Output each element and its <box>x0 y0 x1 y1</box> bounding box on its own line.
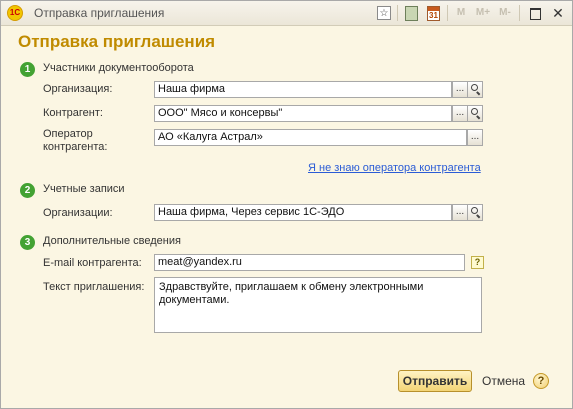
operator-label-line2: контрагента: <box>43 141 108 153</box>
invitation-textarea[interactable]: Здравствуйте, приглашаем к обмену электр… <box>154 277 482 333</box>
title-bar: 1С Отправка приглашения ☆ 31 M M+ M- ✕ <box>1 1 572 26</box>
memory-plus-button[interactable]: M+ <box>475 5 491 21</box>
close-icon[interactable]: ✕ <box>551 5 565 21</box>
counterparty-field[interactable]: ООО" Мясо и консервы" <box>154 105 452 122</box>
favorites-star-icon[interactable]: ☆ <box>377 6 391 20</box>
email-field[interactable]: meat@yandex.ru <box>154 254 465 271</box>
unknown-operator-link[interactable]: Я не знаю оператора контрагента <box>308 162 481 174</box>
organizations-choose-button[interactable]: ... <box>452 204 468 221</box>
memory-minus-button[interactable]: M- <box>497 5 513 21</box>
cancel-button[interactable]: Отмена <box>482 374 525 388</box>
operator-label-line1: Оператор <box>43 128 93 140</box>
section-title-additional: Дополнительные сведения <box>43 235 181 247</box>
toolbar-divider <box>519 5 520 21</box>
app-logo-icon[interactable]: 1С <box>7 5 23 21</box>
operator-label: Оператор контрагента: <box>43 128 148 154</box>
step-badge-1: 1 <box>20 62 35 77</box>
maximize-glyph <box>529 8 541 20</box>
operator-choose-button[interactable]: ... <box>467 129 483 146</box>
maximize-icon[interactable] <box>529 5 541 21</box>
organization-choose-button[interactable]: ... <box>452 81 468 98</box>
window-title: Отправка приглашения <box>34 6 165 20</box>
send-button[interactable]: Отправить <box>398 370 472 392</box>
counterparty-search-button[interactable] <box>467 105 483 122</box>
calendar-icon[interactable]: 31 <box>427 6 440 21</box>
organizations-label: Организации: <box>43 207 113 219</box>
toolbar-divider <box>397 5 398 21</box>
page-title: Отправка приглашения <box>18 32 216 51</box>
email-help-icon[interactable]: ? <box>471 256 484 269</box>
email-label: E-mail контрагента: <box>43 257 142 269</box>
memory-button[interactable]: M <box>455 5 467 21</box>
step-badge-2: 2 <box>20 183 35 198</box>
search-icon-handle <box>476 91 481 96</box>
invitation-label: Текст приглашения: <box>43 281 145 293</box>
organizations-search-button[interactable] <box>467 204 483 221</box>
organizations-field[interactable]: Наша фирма, Через сервис 1С-ЭДО <box>154 204 452 221</box>
section-title-participants: Участники документооборота <box>43 62 194 74</box>
toolbar-divider <box>447 5 448 21</box>
counterparty-label: Контрагент: <box>43 107 103 119</box>
calendar-day: 31 <box>429 11 438 20</box>
search-icon-handle <box>476 214 481 219</box>
counterparty-choose-button[interactable]: ... <box>452 105 468 122</box>
dialog-window: 1С Отправка приглашения ☆ 31 M M+ M- ✕ О… <box>0 0 573 409</box>
organization-field[interactable]: Наша фирма <box>154 81 452 98</box>
step-badge-3: 3 <box>20 235 35 250</box>
operator-field[interactable]: АО «Калуга Астрал» <box>154 129 467 146</box>
section-title-accounts: Учетные записи <box>43 183 125 195</box>
search-icon-handle <box>476 115 481 120</box>
calculator-icon[interactable] <box>405 6 418 21</box>
organization-label: Организация: <box>43 83 113 95</box>
organization-search-button[interactable] <box>467 81 483 98</box>
help-icon[interactable]: ? <box>533 373 549 389</box>
